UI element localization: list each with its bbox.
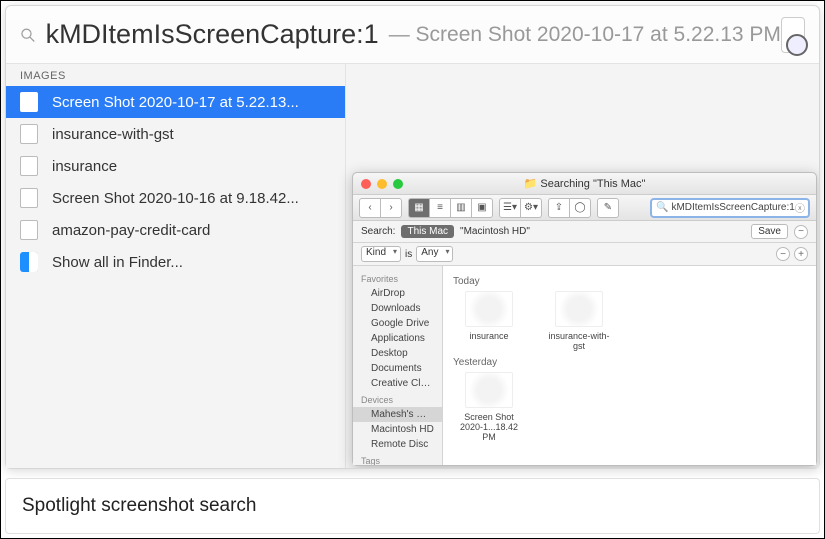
spotlight-query[interactable]: kMDItemIsScreenCapture:1 <box>46 19 379 50</box>
spotlight-window: kMDItemIsScreenCapture:1 — Screen Shot 2… <box>5 5 820 469</box>
search-icon: 🔍 <box>656 202 668 213</box>
spotlight-subtitle: — Screen Shot 2020-10-17 at 5.22.13 PM <box>389 23 781 47</box>
finder-icon <box>20 252 38 272</box>
group-header: Yesterday <box>453 357 806 368</box>
spotlight-result-item[interactable]: amazon-pay-credit-card <box>6 214 345 246</box>
sidebar-item[interactable]: Creative Clou... <box>353 376 442 391</box>
save-search-button[interactable]: Save <box>751 224 788 239</box>
result-label: insurance <box>52 158 117 175</box>
add-criteria-button[interactable]: + <box>794 247 808 261</box>
sidebar-header-devices: Devices <box>353 391 442 407</box>
result-label: Screen Shot 2020-10-17 at 5.22.13... <box>52 94 299 111</box>
finder-criteria-bar: Kind is Any − + <box>353 243 816 266</box>
sidebar-item[interactable]: Documents <box>353 361 442 376</box>
finder-search-field[interactable]: 🔍 kMDItemIsScreenCapture:1 ⓧ <box>650 198 810 218</box>
scope-macintosh-hd[interactable]: "Macintosh HD" <box>460 226 530 237</box>
icon-row: insurance insurance-with-gst <box>453 291 806 351</box>
share-buttons[interactable]: ⇪ ◯ <box>548 198 591 218</box>
finder-content[interactable]: Today insurance insurance-with-gst Yesterda… <box>443 266 816 465</box>
sidebar-item[interactable]: Google Drive <box>353 316 442 331</box>
finder-sidebar: Favorites AirDropDownloadsGoogle DriveAp… <box>353 266 443 465</box>
image-file-icon <box>20 220 38 240</box>
remove-criteria-button[interactable]: − <box>776 247 790 261</box>
sidebar-header-favorites: Favorites <box>353 270 442 286</box>
spotlight-header: kMDItemIsScreenCapture:1 — Screen Shot 2… <box>6 6 819 64</box>
caption-text: Spotlight screenshot search <box>22 495 256 517</box>
minimize-icon[interactable] <box>377 179 387 189</box>
back-button[interactable]: ‹ <box>359 198 381 218</box>
file-thumbnail <box>465 372 513 408</box>
share-button[interactable]: ⇪ <box>548 198 570 218</box>
sidebar-item[interactable]: Macintosh HD <box>353 422 442 437</box>
finder-window: 📁 Searching "This Mac" ‹ › ▦ ≡ ▥ ▣ <box>352 172 817 466</box>
action-button[interactable]: ⚙▾ <box>520 198 542 218</box>
arrange-buttons[interactable]: ☰▾ ⚙▾ <box>499 198 542 218</box>
search-icon <box>20 23 36 47</box>
file-label: Screen Shot 2020-1...18.42 PM <box>453 412 525 442</box>
clear-search-icon[interactable]: ⓧ <box>795 200 805 215</box>
result-label: Show all in Finder... <box>52 254 183 271</box>
preview-app-icon <box>781 17 805 53</box>
image-file-icon <box>20 92 38 112</box>
file-item[interactable]: insurance <box>453 291 525 351</box>
results-section-header: IMAGES <box>6 64 345 86</box>
result-label: amazon-pay-credit-card <box>52 222 210 239</box>
window-controls[interactable] <box>361 179 403 189</box>
group-header: Today <box>453 276 806 287</box>
forward-button[interactable]: › <box>380 198 402 218</box>
list-view-button[interactable]: ≡ <box>429 198 451 218</box>
spotlight-result-item[interactable]: insurance-with-gst <box>6 118 345 150</box>
sidebar-item[interactable]: Remote Disc <box>353 437 442 452</box>
show-all-in-finder[interactable]: Show all in Finder... <box>6 246 345 278</box>
finder-scope-bar: Search: This Mac "Macintosh HD" Save − <box>353 221 816 243</box>
gallery-view-button[interactable]: ▣ <box>471 198 493 218</box>
file-label: insurance <box>453 331 525 341</box>
sidebar-item[interactable]: Desktop <box>353 346 442 361</box>
sidebar-item[interactable]: Applications <box>353 331 442 346</box>
view-buttons[interactable]: ▦ ≡ ▥ ▣ <box>408 198 493 218</box>
remove-rule-button[interactable]: − <box>794 225 808 239</box>
nav-buttons[interactable]: ‹ › <box>359 198 402 218</box>
sidebar-item[interactable]: Mahesh's Ma... <box>353 407 442 422</box>
icon-row: Screen Shot 2020-1...18.42 PM <box>453 372 806 442</box>
spotlight-result-item[interactable]: Screen Shot 2020-10-16 at 9.18.42... <box>6 182 345 214</box>
file-label: insurance-with-gst <box>543 331 615 351</box>
finder-body: Favorites AirDropDownloadsGoogle DriveAp… <box>353 266 816 465</box>
spotlight-results: IMAGES Screen Shot 2020-10-17 at 5.22.13… <box>6 64 346 468</box>
sidebar-item[interactable]: AirDrop <box>353 286 442 301</box>
file-thumbnail <box>555 291 603 327</box>
finder-title: 📁 Searching "This Mac" <box>353 177 816 190</box>
result-label: insurance-with-gst <box>52 126 174 143</box>
edit-tags-button[interactable]: ✎ <box>597 198 619 218</box>
spotlight-body: IMAGES Screen Shot 2020-10-17 at 5.22.13… <box>6 64 819 468</box>
criteria-attribute[interactable]: Kind <box>361 246 401 262</box>
file-thumbnail <box>465 291 513 327</box>
criteria-operator: is <box>405 249 412 260</box>
spotlight-result-item[interactable]: Screen Shot 2020-10-17 at 5.22.13... <box>6 86 345 118</box>
image-file-icon <box>20 156 38 176</box>
sidebar-header-tags: Tags <box>353 452 442 465</box>
column-view-button[interactable]: ▥ <box>450 198 472 218</box>
finder-titlebar: 📁 Searching "This Mac" <box>353 173 816 195</box>
criteria-value[interactable]: Any <box>416 246 453 262</box>
arrange-button[interactable]: ☰▾ <box>499 198 521 218</box>
tags-button[interactable]: ◯ <box>569 198 591 218</box>
scope-this-mac[interactable]: This Mac <box>401 225 454 238</box>
file-item[interactable]: Screen Shot 2020-1...18.42 PM <box>453 372 525 442</box>
sidebar-item[interactable]: Downloads <box>353 301 442 316</box>
search-label: Search: <box>361 226 395 237</box>
spotlight-result-item[interactable]: insurance <box>6 150 345 182</box>
file-item[interactable]: insurance-with-gst <box>543 291 615 351</box>
spotlight-preview: 📁 Searching "This Mac" ‹ › ▦ ≡ ▥ ▣ <box>346 64 819 468</box>
finder-toolbar: ‹ › ▦ ≡ ▥ ▣ ☰▾ ⚙▾ ⇪ ◯ <box>353 195 816 221</box>
close-icon[interactable] <box>361 179 371 189</box>
image-file-icon <box>20 188 38 208</box>
result-label: Screen Shot 2020-10-16 at 9.18.42... <box>52 190 299 207</box>
image-file-icon <box>20 124 38 144</box>
caption-bar: Spotlight screenshot search <box>5 478 820 534</box>
icon-view-button[interactable]: ▦ <box>408 198 430 218</box>
zoom-icon[interactable] <box>393 179 403 189</box>
